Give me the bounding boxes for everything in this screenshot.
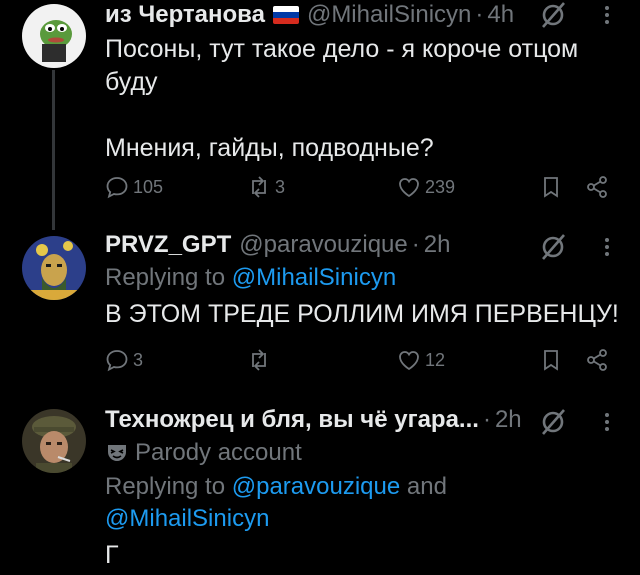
replying-prefix: Replying to [105, 264, 226, 291]
avatar[interactable] [22, 409, 86, 473]
mention-link[interactable]: @paravouzique [232, 473, 400, 500]
replying-and: and [406, 473, 447, 500]
parody-label: Parody account [105, 437, 630, 469]
tweet-actions: 105 3 239 [0, 174, 640, 204]
timestamp[interactable]: 4h [487, 1, 514, 29]
mention-link[interactable]: @MihailSinicyn [105, 505, 269, 532]
like-count: 239 [425, 176, 456, 197]
timestamp[interactable]: 2h [424, 231, 451, 259]
reply-count: 3 [133, 349, 144, 370]
tweet[interactable]: PRVZ_GPT @paravouzique · 2h Replying to … [0, 230, 640, 390]
more-icon[interactable] [603, 235, 611, 261]
separator-dot: · [411, 231, 420, 258]
tweet-text: Г [105, 541, 119, 569]
bookmark-icon [544, 177, 558, 198]
mention-link[interactable]: @MihailSinicyn [232, 264, 396, 291]
separator-dot: · [482, 406, 491, 433]
replying-prefix: Replying to [105, 473, 226, 500]
timestamp[interactable]: 2h [495, 406, 522, 434]
replying-to: Replying to @MihailSinicyn [105, 262, 630, 294]
like-count: 12 [425, 349, 446, 370]
avatar[interactable] [22, 4, 86, 68]
share-icon [587, 176, 607, 198]
parody-mask-icon [108, 445, 126, 461]
bookmark-icon [544, 350, 558, 371]
reply-icon [106, 350, 128, 372]
display-name[interactable]: PRVZ_GPT [105, 231, 231, 259]
tweet-text: Посоны, тут такое дело - я короче отцом … [105, 35, 579, 162]
heart-icon [399, 178, 419, 198]
avatar[interactable] [22, 236, 86, 300]
grok-icon[interactable] [538, 232, 568, 262]
russia-flag-icon [272, 6, 299, 24]
handle[interactable]: @paravouzique [239, 231, 407, 259]
reply-button[interactable]: 3 [104, 347, 143, 373]
grok-icon[interactable] [538, 407, 568, 437]
grok-icon[interactable] [538, 0, 568, 30]
retweet-icon [252, 176, 266, 198]
share-icon [587, 349, 607, 371]
retweet-count: 3 [275, 176, 286, 197]
tweet-actions: 3 12 [0, 347, 640, 377]
heart-icon [399, 351, 419, 371]
retweet-button[interactable]: 3 [246, 174, 285, 200]
display-name[interactable]: из Чертанова [105, 1, 265, 29]
separator-dot: · [475, 1, 484, 28]
reply-count: 105 [133, 176, 164, 197]
like-button[interactable]: 12 [396, 347, 445, 373]
like-button[interactable]: 239 [396, 174, 455, 200]
retweet-icon [252, 349, 266, 371]
display-name[interactable]: Техножрец и бля, вы чё угара... [105, 406, 479, 434]
more-icon[interactable] [603, 3, 611, 29]
tweet[interactable]: Техножрец и бля, вы чё угара... · 2h Par… [0, 405, 640, 575]
retweet-button[interactable] [246, 347, 275, 373]
handle[interactable]: @MihailSinicyn [307, 1, 471, 29]
bookmark-button[interactable] [538, 347, 564, 373]
reply-button[interactable]: 105 [104, 174, 163, 200]
tweet-text: В ЭТОМ ТРЕДЕ РОЛЛИМ ИМЯ ПЕРВЕНЦУ! [105, 300, 619, 328]
parody-text: Parody account [135, 439, 302, 466]
share-button[interactable] [584, 174, 610, 200]
replying-to: Replying to @paravouzique and @MihailSin… [105, 471, 630, 535]
reply-icon [106, 177, 128, 199]
bookmark-button[interactable] [538, 174, 564, 200]
more-icon[interactable] [603, 410, 611, 436]
thread-line [52, 70, 55, 230]
share-button[interactable] [584, 347, 610, 373]
tweet[interactable]: из Чертанова @MihailSinicyn · 4h Посоны,… [0, 0, 640, 230]
